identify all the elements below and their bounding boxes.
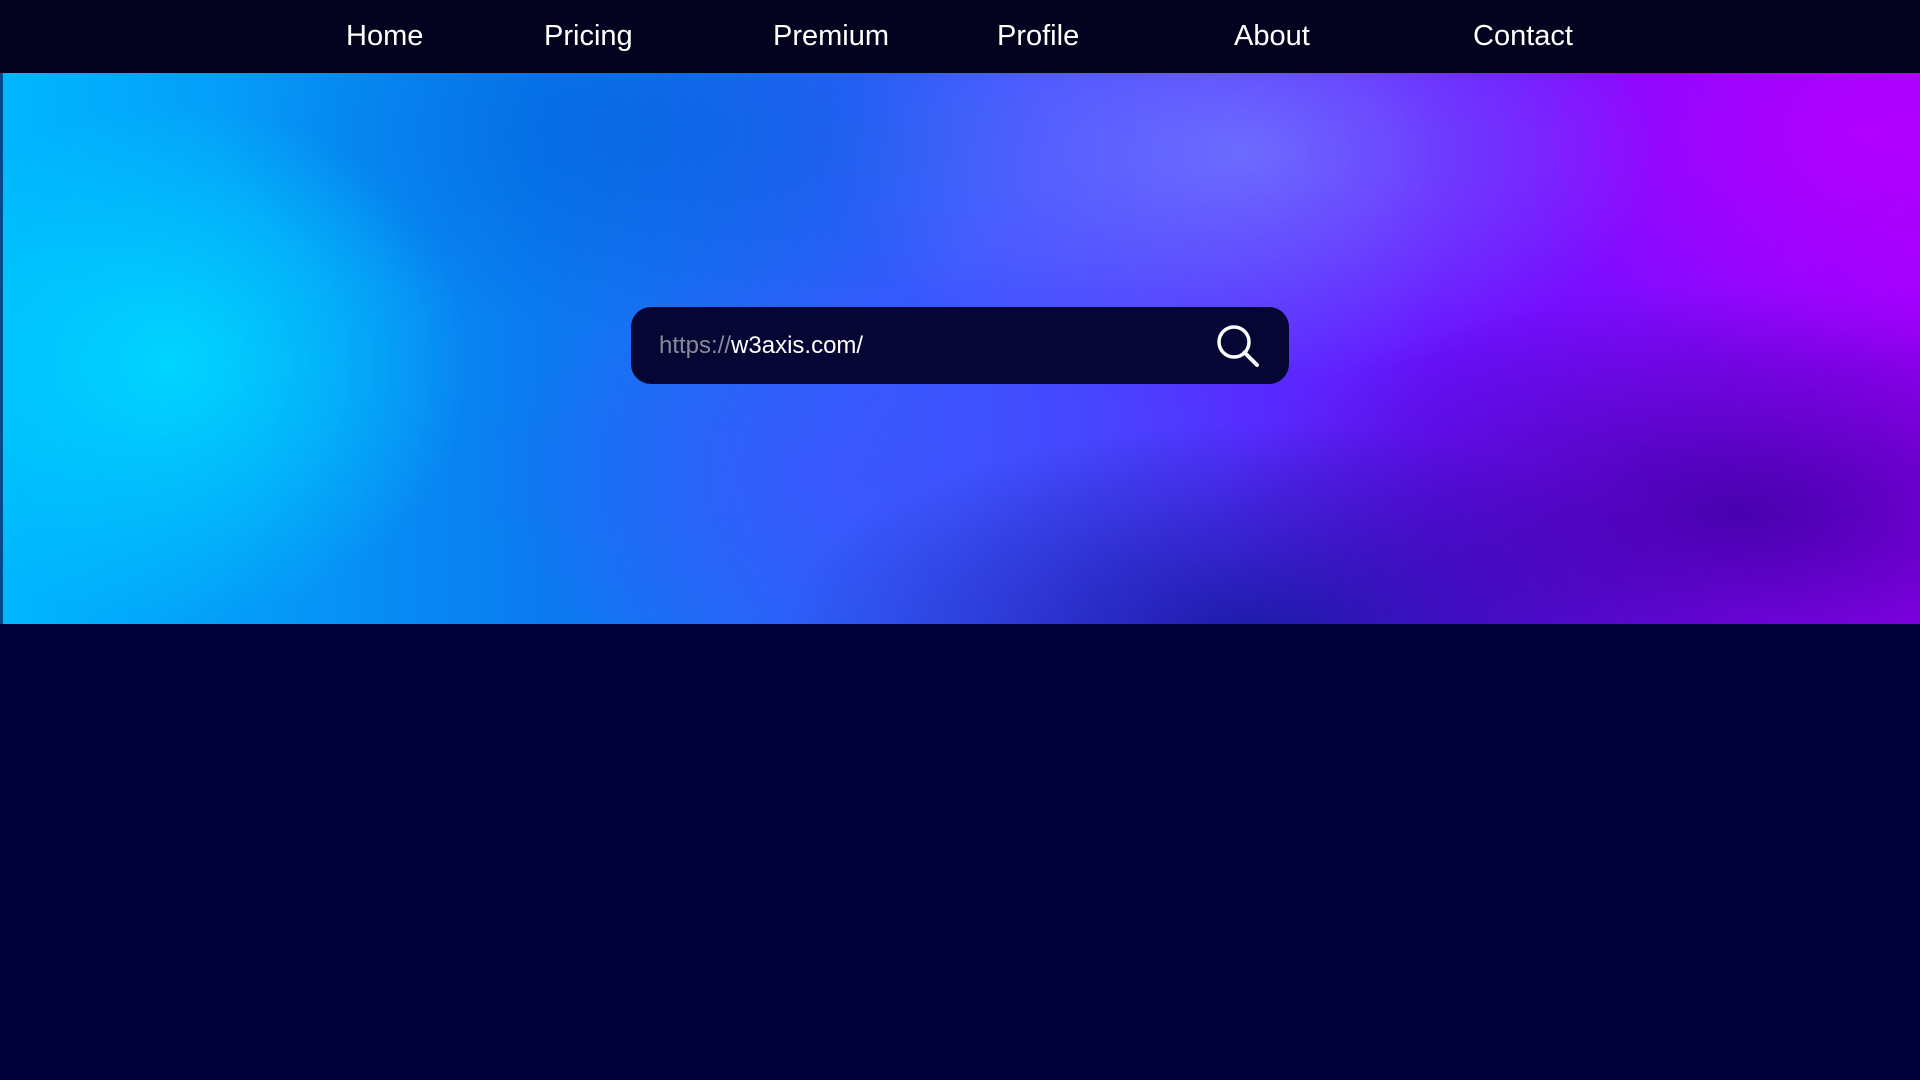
url-search-box: https://w3axis.com/ <box>631 307 1289 384</box>
search-icon <box>1213 321 1263 371</box>
page: Home Pricing Premium Profile About Conta… <box>0 0 1920 1080</box>
search-button[interactable] <box>1213 321 1263 371</box>
top-navigation: Home Pricing Premium Profile About Conta… <box>0 0 1920 73</box>
nav-link-about[interactable]: About <box>1234 0 1310 73</box>
nav-link-home[interactable]: Home <box>346 0 423 73</box>
nav-link-premium[interactable]: Premium <box>773 0 889 73</box>
url-protocol-prefix: https:// <box>659 332 732 359</box>
nav-link-contact[interactable]: Contact <box>1473 0 1573 73</box>
nav-link-profile[interactable]: Profile <box>997 0 1079 73</box>
url-input-value: w3axis.com/ <box>731 332 864 359</box>
nav-link-pricing[interactable]: Pricing <box>544 0 633 73</box>
url-input[interactable]: https://w3axis.com/ <box>659 307 863 384</box>
hero-banner: https://w3axis.com/ <box>0 73 1920 624</box>
